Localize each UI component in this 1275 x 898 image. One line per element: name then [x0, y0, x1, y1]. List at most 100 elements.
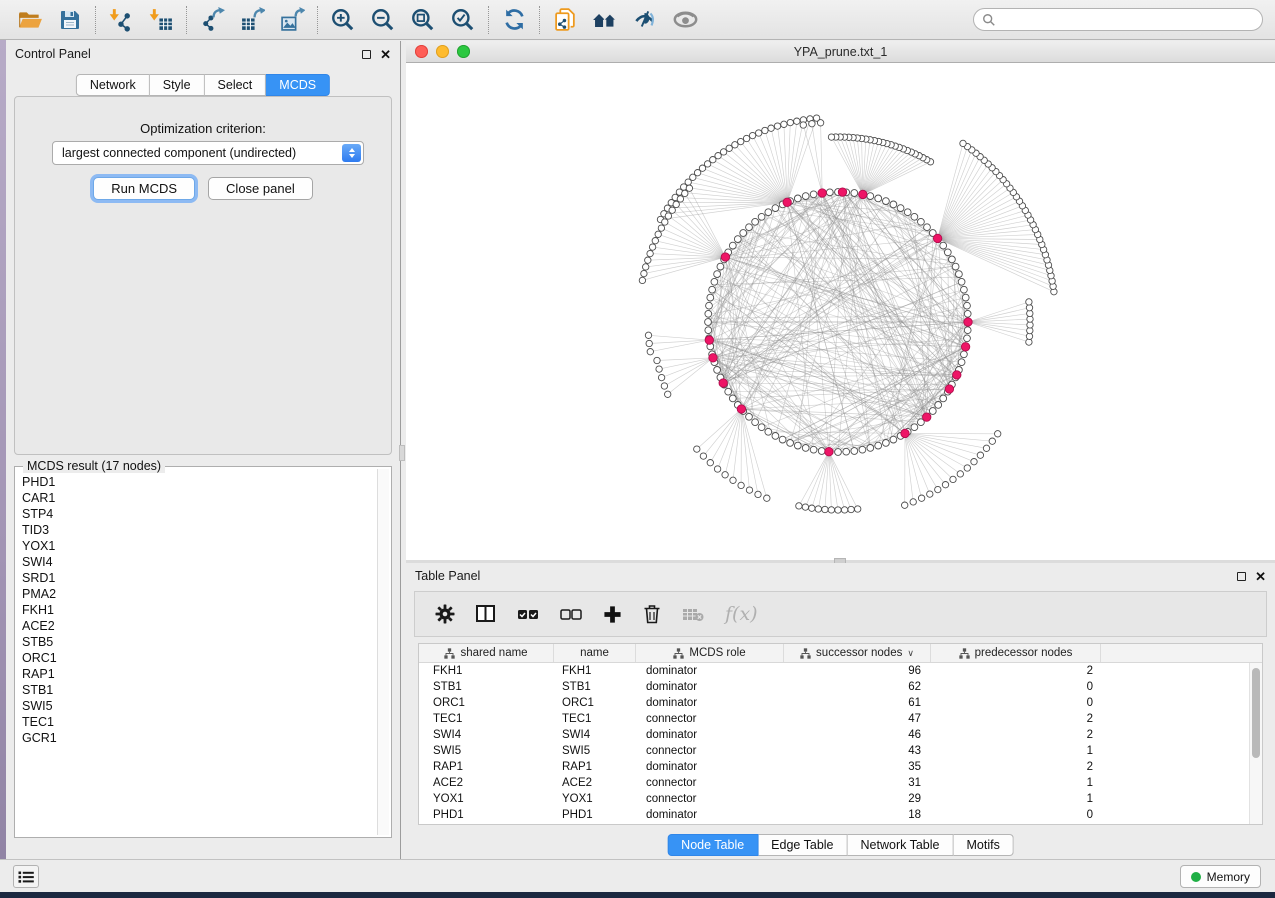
list-item[interactable]: PMA2 — [22, 586, 375, 602]
column-header-MCDS-role[interactable]: MCDS role — [636, 644, 784, 662]
deselect-all-icon[interactable] — [560, 608, 582, 621]
zoom-out-button[interactable] — [363, 4, 403, 36]
list-item[interactable]: PHD1 — [22, 474, 375, 490]
list-item[interactable]: RAP1 — [22, 666, 375, 682]
duplicate-network-button[interactable] — [545, 4, 585, 36]
mcds-result-scrollbar[interactable] — [377, 469, 389, 835]
tab-edge-table[interactable]: Edge Table — [758, 834, 847, 856]
list-item[interactable]: TEC1 — [22, 714, 375, 730]
tab-mcds[interactable]: MCDS — [266, 74, 330, 96]
network-window-titlebar[interactable]: YPA_prune.txt_1 — [406, 41, 1275, 63]
list-item[interactable]: STB1 — [22, 682, 375, 698]
close-panel-icon[interactable]: ✕ — [1255, 570, 1266, 583]
import-network-button[interactable] — [101, 4, 141, 36]
table-row[interactable]: ACE2ACE2connector311 — [419, 775, 1249, 791]
search-input[interactable] — [996, 13, 1254, 27]
column-header-shared-name[interactable]: shared name — [419, 644, 554, 662]
tab-motifs[interactable]: Motifs — [953, 834, 1013, 856]
list-item[interactable]: STB5 — [22, 634, 375, 650]
memory-status-icon — [1191, 872, 1201, 882]
table-row[interactable]: FKH1FKH1dominator962 — [419, 663, 1249, 679]
mcds-tab-content: Optimization criterion: largest connecte… — [14, 96, 392, 455]
table-scrollbar-thumb[interactable] — [1252, 668, 1260, 758]
hide-panel-button[interactable] — [625, 4, 665, 36]
table-cell: 29 — [784, 793, 931, 805]
column-header-predecessor-nodes[interactable]: predecessor nodes — [931, 644, 1101, 662]
float-panel-icon[interactable] — [1237, 572, 1246, 581]
import-table-button[interactable] — [141, 4, 181, 36]
zoom-in-button[interactable] — [323, 4, 363, 36]
table-cell: dominator — [636, 681, 784, 693]
column-header-name[interactable]: name — [554, 644, 636, 662]
tab-node-table[interactable]: Node Table — [667, 834, 758, 856]
zoom-selected-icon — [450, 7, 476, 33]
table-cell: STB1 — [554, 681, 636, 693]
list-item[interactable]: STP4 — [22, 506, 375, 522]
column-header-filler — [1101, 644, 1262, 662]
list-item[interactable]: GCR1 — [22, 730, 375, 746]
show-columns-icon[interactable] — [476, 605, 496, 623]
table-row[interactable]: RAP1RAP1dominator352 — [419, 759, 1249, 775]
table-row[interactable]: PHD1PHD1dominator180 — [419, 807, 1249, 823]
export-image-button[interactable] — [272, 4, 312, 36]
table-row[interactable]: STB1STB1dominator620 — [419, 679, 1249, 695]
table-cell: 61 — [784, 697, 931, 709]
table-row[interactable]: SWI5SWI5connector431 — [419, 743, 1249, 759]
search-box[interactable] — [973, 8, 1263, 31]
table-cell: PHD1 — [419, 809, 554, 821]
memory-button[interactable]: Memory — [1180, 865, 1261, 888]
table-scrollbar[interactable] — [1249, 663, 1262, 824]
list-item[interactable]: SWI5 — [22, 698, 375, 714]
table-panel: Table Panel ✕ f(x) shared namenameMCDS r… — [406, 563, 1275, 858]
list-item[interactable]: CAR1 — [22, 490, 375, 506]
table-row[interactable]: ORC1ORC1dominator610 — [419, 695, 1249, 711]
run-mcds-button[interactable]: Run MCDS — [93, 177, 195, 200]
export-table-button[interactable] — [232, 4, 272, 36]
show-all-networks-button[interactable] — [585, 4, 625, 36]
list-item[interactable]: YOX1 — [22, 538, 375, 554]
column-header-successor-nodes[interactable]: successor nodes∨ — [784, 644, 931, 662]
table-cell: dominator — [636, 729, 784, 741]
close-window-icon[interactable] — [415, 45, 428, 58]
float-panel-icon[interactable] — [362, 50, 371, 59]
table-row[interactable]: TEC1TEC1connector472 — [419, 711, 1249, 727]
save-session-button[interactable] — [50, 4, 90, 36]
select-all-icon[interactable] — [517, 608, 539, 621]
table-row[interactable]: SWI4SWI4dominator462 — [419, 727, 1249, 743]
mcds-result-list[interactable]: PHD1CAR1STP4TID3YOX1SWI4SRD1PMA2FKH1ACE2… — [17, 471, 375, 835]
task-history-button[interactable] — [13, 865, 39, 888]
close-panel-button[interactable]: Close panel — [208, 177, 313, 200]
function-builder-icon: f(x) — [725, 603, 758, 625]
list-item[interactable]: ACE2 — [22, 618, 375, 634]
list-item[interactable]: SWI4 — [22, 554, 375, 570]
table-row[interactable]: YOX1YOX1connector291 — [419, 791, 1249, 807]
tab-network-table[interactable]: Network Table — [848, 834, 954, 856]
zoom-fit-button[interactable] — [403, 4, 443, 36]
refresh-button[interactable] — [494, 4, 534, 36]
list-item[interactable]: SRD1 — [22, 570, 375, 586]
delete-column-icon[interactable] — [643, 604, 661, 624]
panel-divider-grip[interactable] — [399, 445, 405, 461]
tab-select[interactable]: Select — [205, 74, 267, 96]
maximize-window-icon[interactable] — [457, 45, 470, 58]
optimization-criterion-label: Optimization criterion: — [15, 121, 391, 136]
list-item[interactable]: ORC1 — [22, 650, 375, 666]
optimization-criterion-select[interactable]: largest connected component (undirected) — [52, 141, 364, 165]
zoom-selected-button[interactable] — [443, 4, 483, 36]
minimize-window-icon[interactable] — [436, 45, 449, 58]
table-settings-gear-icon[interactable] — [435, 604, 455, 624]
tab-style[interactable]: Style — [150, 74, 205, 96]
export-network-button[interactable] — [192, 4, 232, 36]
table-cell: SWI4 — [554, 729, 636, 741]
open-session-button[interactable] — [10, 4, 50, 36]
tab-network[interactable]: Network — [76, 74, 150, 96]
add-column-icon[interactable] — [603, 605, 622, 624]
mcds-result-group: MCDS result (17 nodes) PHD1CAR1STP4TID3Y… — [14, 466, 392, 838]
list-item[interactable]: FKH1 — [22, 602, 375, 618]
close-panel-icon[interactable]: ✕ — [380, 48, 391, 61]
export-network-icon — [200, 7, 225, 32]
show-hide-button[interactable] — [665, 4, 705, 36]
list-item[interactable]: TID3 — [22, 522, 375, 538]
network-canvas[interactable] — [406, 63, 1275, 560]
zoom-out-icon — [370, 7, 396, 33]
